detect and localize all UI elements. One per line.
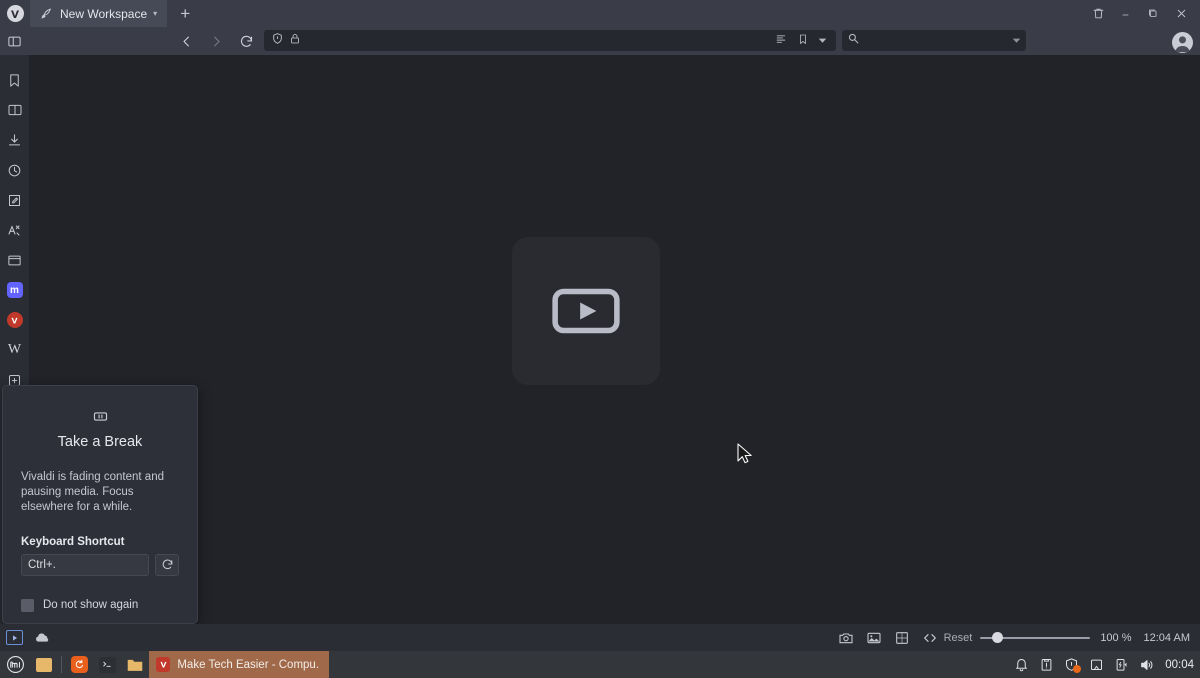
status-bar-clock: 12:04 AM [1143,631,1190,644]
address-bar-badges [268,32,301,50]
image-icon[interactable] [860,624,888,651]
close-icon[interactable] [1166,0,1196,27]
system-tray: 00:04 [1010,651,1200,678]
clipboard-icon[interactable] [1035,651,1058,678]
cloud-sync-icon[interactable] [29,624,57,651]
search-field[interactable] [842,30,1026,51]
chevron-down-icon[interactable] [818,32,827,50]
sidebar-item-downloads[interactable] [0,125,29,155]
address-bar[interactable] [264,30,836,51]
sidebar-item-mastodon[interactable]: m [0,275,29,305]
shortcut-row: Ctrl+. [21,553,179,576]
taskbar-window-label: Make Tech Easier - Compu... [177,658,319,671]
search-icon[interactable] [847,32,860,50]
address-bar-actions [775,32,832,50]
shortcut-input[interactable]: Ctrl+. [21,553,149,576]
code-brackets-icon[interactable] [916,624,944,651]
sidebar-item-reading-list[interactable] [0,95,29,125]
camera-icon[interactable] [832,624,860,651]
terminal-icon[interactable] [93,656,121,673]
lock-icon[interactable] [289,32,301,50]
rocket-icon [38,6,54,22]
tab-bar-empty-space [203,0,1085,27]
web-page-content [29,55,1200,624]
media-playing-icon[interactable] [0,624,29,651]
vivaldi-menu-button[interactable] [0,0,30,27]
shortcut-label: Keyboard Shortcut [21,535,125,548]
sidebar-item-bookmarks[interactable] [0,65,29,95]
forward-button[interactable] [201,27,231,55]
zoom-slider[interactable] [980,624,1091,651]
chevron-down-icon[interactable]: ▾ [153,9,157,18]
panel-toggle-icon[interactable] [0,27,29,55]
sidebar-item-notes[interactable] [0,185,29,215]
pause-icon [21,408,179,425]
speaker-volume-icon[interactable] [1135,651,1158,678]
do-not-show-again-label: Do not show again [43,599,139,612]
window-controls [1085,0,1200,27]
dialog-title: Take a Break [57,434,143,450]
mastodon-web-panel-icon: m [6,282,23,298]
workspace-tab[interactable]: New Workspace ▾ [30,0,168,27]
sidebar-item-vivaldi-social[interactable] [0,305,29,335]
sidebar-item-wikipedia[interactable]: W [0,335,29,365]
sidebar-item-translate[interactable] [0,215,29,245]
mouse-pointer-icon [737,443,754,470]
take-a-break-dialog: Take a Break Vivaldi is fading content a… [2,385,198,624]
new-tab-button[interactable]: + [167,0,203,27]
trash-icon[interactable] [1085,0,1112,27]
minimize-icon[interactable] [1112,0,1139,27]
zoom-level-label: 100 % [1100,631,1132,644]
folder-icon[interactable] [121,657,149,673]
taskbar-clock: 00:04 [1165,658,1194,671]
dialog-body-text: Vivaldi is fading content and pausing me… [21,471,164,514]
zoom-reset-button[interactable]: Reset [944,632,973,644]
chevron-down-icon[interactable] [1012,32,1021,50]
nav-buttons [171,27,261,55]
shield-update-icon[interactable] [1060,651,1083,678]
reload-icon[interactable] [231,27,261,55]
show-desktop-icon[interactable] [30,657,58,672]
update-badge-dot [1073,665,1082,673]
wikipedia-web-panel-icon: W [7,342,22,357]
video-play-placeholder-icon[interactable] [512,237,660,385]
sidebar-item-window-panel[interactable] [0,245,29,275]
sidebar-item-history[interactable] [0,155,29,185]
taskbar-divider [61,656,62,673]
linux-mint-menu-icon[interactable] [0,655,30,674]
battery-charging-icon[interactable] [1110,651,1133,678]
shield-icon[interactable] [271,32,284,50]
do-not-show-again-checkbox[interactable] [21,598,34,612]
account-avatar-icon[interactable] [1168,28,1196,56]
network-icon[interactable] [1085,651,1108,678]
status-bar: Reset 100 % 12:04 AM [0,624,1200,651]
vivaldi-web-panel-icon [6,312,23,328]
reset-refresh-icon[interactable] [155,553,179,576]
maximize-icon[interactable] [1139,0,1166,27]
tab-bar: New Workspace ▾ + [0,0,1200,27]
bookmark-icon[interactable] [797,32,809,50]
workspace-label: New Workspace [60,6,148,21]
vivaldi-icon [156,657,171,672]
reader-view-icon[interactable] [775,32,788,50]
taskbar-window-item[interactable]: Make Tech Easier - Compu... [149,651,329,678]
firefox-icon[interactable] [65,656,93,673]
browser-window: New Workspace ▾ + m W Take a Break Vival… [0,0,1200,678]
back-button[interactable] [171,27,201,55]
vivaldi-logo-icon [6,5,24,22]
bell-icon[interactable] [1010,651,1033,678]
zoom-slider-thumb[interactable] [992,632,1004,643]
tiling-square-icon[interactable] [888,624,916,651]
avatar [1171,31,1193,53]
desktop-taskbar: Make Tech Easier - Compu... 00:04 [0,651,1200,678]
do-not-show-again-row[interactable]: Do not show again [21,598,179,612]
